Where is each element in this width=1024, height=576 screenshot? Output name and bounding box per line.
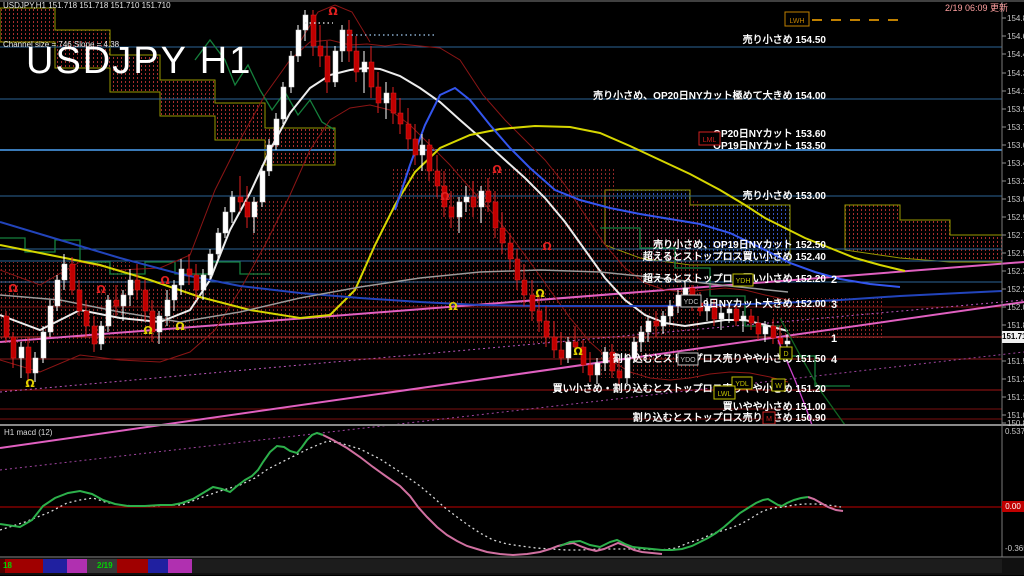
omega-signal-icon: Ω bbox=[328, 5, 338, 18]
level-annotation: OP19日NYカット 153.50 bbox=[713, 140, 826, 152]
reference-label: M bbox=[766, 416, 772, 423]
watermark-symbol-timeframe: USDJPY H1 bbox=[26, 40, 252, 83]
price-axis-tick: 152.740 bbox=[1007, 231, 1024, 240]
omega-signal-icon: Ω bbox=[448, 300, 458, 313]
symbol-ohlc-line: USDJPY,H1 151.718 151.718 151.710 151.71… bbox=[3, 1, 171, 10]
price-axis-tick: 152.570 bbox=[1007, 249, 1024, 258]
omega-signal-icon: Ω bbox=[175, 320, 185, 333]
omega-signal-icon: Ω bbox=[96, 283, 106, 296]
reference-label: LWH bbox=[789, 18, 804, 25]
reference-label: YDH bbox=[736, 278, 751, 285]
macd-axis-tick: 0.537 bbox=[1005, 427, 1024, 436]
price-axis-tick: 151.875 bbox=[1007, 321, 1024, 330]
price-axis-tick: 151.525 bbox=[1007, 357, 1024, 366]
level-annotation: 売り小さめ 153.00 bbox=[743, 189, 827, 202]
price-axis-tick: 152.395 bbox=[1007, 267, 1024, 276]
reference-label: YDC bbox=[684, 299, 699, 306]
session-bar-label: 18 bbox=[3, 561, 12, 570]
priority-number-marker: 1 bbox=[831, 333, 837, 345]
level-annotation: 売り小さめ 154.50 bbox=[743, 33, 827, 46]
omega-signal-icon: Ω bbox=[8, 282, 18, 295]
indicator-name-label: H1 macd (12) bbox=[4, 428, 52, 437]
priority-number-marker: 3 bbox=[831, 299, 837, 311]
price-axis-tick: 154.130 bbox=[1007, 87, 1024, 96]
level-annotation: 買いやや小さめ 151.00 bbox=[723, 400, 827, 413]
session-segment bbox=[67, 559, 87, 573]
level-annotation: OP19日NYカット大きめ 152.00 bbox=[683, 297, 826, 310]
reference-label: W bbox=[775, 383, 782, 390]
price-axis-tick: 153.955 bbox=[1007, 105, 1024, 114]
price-axis-tick: 153.260 bbox=[1007, 177, 1024, 186]
price-axis-tick: 154.825 bbox=[1007, 14, 1024, 23]
price-axis-tick: 151.180 bbox=[1007, 393, 1024, 402]
price-axis-tick: 154.650 bbox=[1007, 32, 1024, 41]
price-axis-tick: 153.785 bbox=[1007, 123, 1024, 132]
omega-signal-icon: Ω bbox=[160, 274, 170, 287]
macd-zero-badge: 0.00 bbox=[1002, 501, 1024, 512]
price-chart-canvas[interactable]: Ω Ω Ω Ω Ω Ω Ω Ω Ω Ω Ω Ω Ω 売り小さめ 154.50 売り小さめ、OP20日NYカッ… bbox=[0, 0, 1024, 576]
omega-signal-icon: Ω bbox=[492, 163, 502, 176]
price-axis-tick: 151.355 bbox=[1007, 375, 1024, 384]
session-segment bbox=[117, 559, 148, 573]
level-annotation: 売り小さめ、OP20日NYカット極めて大きめ 154.00 bbox=[593, 89, 826, 102]
level-annotation: OP20日NYカット 153.60 bbox=[713, 128, 826, 140]
omega-signal-icon: Ω bbox=[25, 377, 35, 390]
macd-axis-tick: -0.365 bbox=[1005, 544, 1024, 553]
price-axis-tick: 152.050 bbox=[1007, 303, 1024, 312]
omega-signal-icon: Ω bbox=[573, 345, 583, 358]
level-annotation: 売り小さめ、OP19日NYカット 152.50 bbox=[653, 238, 826, 251]
session-bar-label: 2/19 bbox=[97, 561, 113, 570]
session-segment bbox=[148, 559, 168, 573]
priority-number-marker: 4 bbox=[831, 354, 838, 366]
price-axis-tick: 154.475 bbox=[1007, 50, 1024, 59]
reference-label: LML bbox=[703, 137, 717, 144]
price-axis-tick: 152.915 bbox=[1007, 213, 1024, 222]
level-annotation: 割り込むとストップロス売り小さめ 150.90 bbox=[633, 411, 827, 424]
omega-signal-icon: Ω bbox=[535, 287, 545, 300]
omega-signal-icon: Ω bbox=[143, 324, 153, 337]
price-axis-tick: 153.610 bbox=[1007, 141, 1024, 150]
priority-number-marker: 2 bbox=[831, 274, 837, 286]
last-updated-timestamp: 2/19 06:09 更新 bbox=[945, 1, 1008, 14]
price-axis-tick: 153.435 bbox=[1007, 159, 1024, 168]
price-axis-tick: 154.305 bbox=[1007, 69, 1024, 78]
current-price-badge: 151.710 bbox=[1002, 331, 1024, 343]
omega-signal-icon: Ω bbox=[440, 190, 450, 203]
reference-label: YDL bbox=[735, 381, 749, 388]
omega-signal-icon: Ω bbox=[542, 240, 552, 253]
price-axis-tick: 152.220 bbox=[1007, 285, 1024, 294]
level-annotation: 割り込むとストップロス売りやや小さめ 151.50 bbox=[613, 352, 827, 365]
reference-label: YDO bbox=[680, 357, 696, 364]
reference-label: D bbox=[783, 351, 788, 358]
reference-label: LWL bbox=[718, 391, 732, 398]
level-annotation: 超えるとストップロス買い小さめ 152.40 bbox=[642, 250, 827, 263]
session-segment bbox=[43, 559, 67, 573]
session-segment bbox=[192, 559, 1002, 573]
session-segment bbox=[168, 559, 192, 573]
session-indicator-bar: 18 2/19 bbox=[0, 558, 1024, 575]
trading-chart-window: Ω Ω Ω Ω Ω Ω Ω Ω Ω Ω Ω Ω Ω 売り小さめ 154.50 売り小さめ、OP20日NYカッ… bbox=[0, 0, 1024, 576]
price-axis-tick: 153.090 bbox=[1007, 195, 1024, 204]
